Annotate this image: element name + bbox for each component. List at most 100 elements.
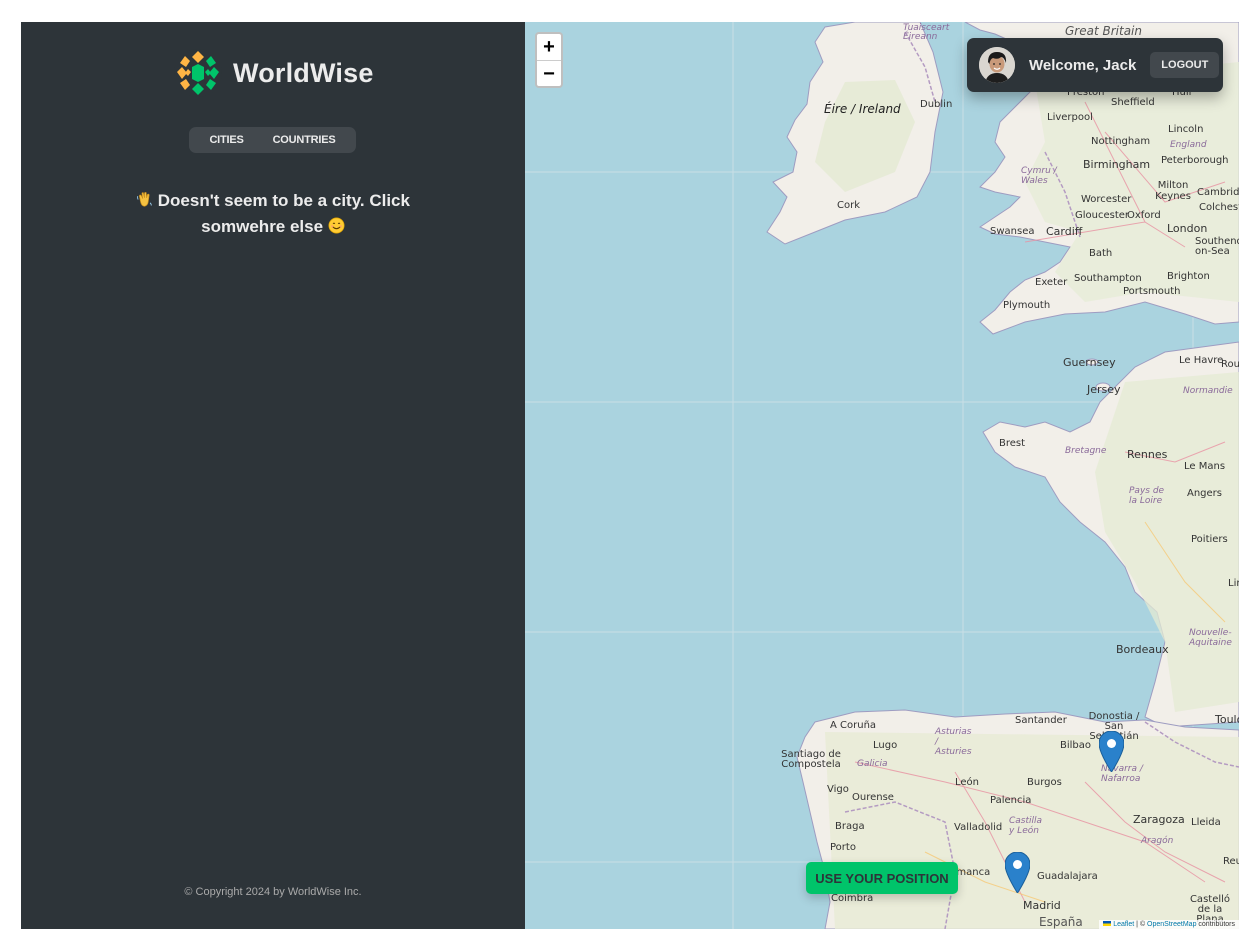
map-label: Lugo [873,740,898,751]
map-label: Cork [837,200,861,211]
attribution-separator: | © [1134,921,1148,928]
location-pin-icon[interactable] [1005,852,1030,893]
map-label: Palencia [990,795,1032,806]
map-label: Toulouse [1215,713,1239,726]
map-label: Galicia [857,759,888,769]
map-label: Lincoln [1168,124,1204,135]
map-label: Birmingham [1083,158,1151,171]
map-label: Zaragoza [1133,813,1185,826]
attribution-suffix: contributors [1196,921,1235,928]
logo-text: WorldWise [233,57,374,88]
zoom-control: + − [535,32,563,88]
map-label: Reus [1223,856,1239,867]
map-label: Milton Keynes [1155,180,1191,202]
map-label: Nottingham [1091,136,1151,147]
use-position-button[interactable]: USE YOUR POSITION [806,862,958,894]
map-label: Vigo [827,784,849,795]
map-label: England [1170,140,1207,150]
map-label: Pays de la Loire [1129,486,1165,506]
map-label: A Coruña [830,720,877,731]
map-label: Ourense [852,792,894,803]
map-label: Santiago de Compostela [781,749,841,770]
leaflet-link[interactable]: Leaflet [1113,921,1134,928]
map-label: Jersey [1087,383,1121,396]
info-message: Doesn't seem to be a city. Click somwehr… [123,188,423,240]
map-label: Southampton [1074,273,1142,284]
map-label: Valladolid [954,822,1003,833]
welcome-text: Welcome, Jack [1029,56,1137,74]
map-label: Gloucester [1075,210,1130,221]
map-label: Bretagne [1065,446,1107,456]
map-label: España [1039,915,1083,929]
smiling-face-icon [328,217,345,234]
map-label: Swansea [990,226,1035,237]
map-label: Cymru / Wales [1021,166,1057,186]
map-label: London [1167,222,1208,235]
map-label: Braga [835,821,865,832]
map-label: Worcester [1081,194,1132,205]
copyright-footer: © Copyright 2024 by WorldWise Inc. [184,886,362,898]
map-label: Le Mans [1184,461,1226,472]
nav-link-countries[interactable]: COUNTRIES [265,130,344,150]
map-label: Dublin [920,99,953,110]
map-label: Rouen [1221,359,1239,370]
map-label: Liverpool [1047,112,1093,123]
logo[interactable]: WorldWise [173,48,374,98]
app-layout: WorldWise CITIES COUNTRIES Doesn't seem … [21,22,1239,929]
leaflet-flag-icon [1103,921,1112,926]
map-label: Éire / Ireland [824,102,901,116]
nav-link-cities[interactable]: CITIES [201,130,251,150]
map-label: Plymouth [1003,300,1051,311]
map-label: Santander [1015,715,1067,726]
info-message-text: Doesn't seem to be a city. Click somwehr… [157,191,410,236]
zoom-in-button[interactable]: + [537,34,561,60]
map-label: Colchester [1199,202,1239,213]
map-label: Exeter [1035,277,1068,288]
logout-button[interactable]: LOGOUT [1150,52,1220,78]
user-avatar-icon [979,47,1015,83]
avatar [979,47,1015,83]
map-label: Coimbra [831,893,874,904]
map-label: Nouvelle-Aquitaine [1189,628,1232,648]
map-label: Rennes [1127,448,1168,461]
map-label: Brest [999,438,1026,449]
map-label: León [955,777,980,788]
globe-logo-icon [174,49,222,97]
map-label: Oxford [1127,210,1161,221]
map-label: Burgos [1027,777,1062,788]
map-label: Porto [830,842,856,853]
osm-link[interactable]: OpenStreetMap [1147,921,1196,928]
map-label: Aragón [1141,836,1174,846]
map-label: Sheffield [1111,97,1155,108]
map-label: Poitiers [1191,534,1228,545]
sidebar: WorldWise CITIES COUNTRIES Doesn't seem … [21,22,525,929]
map-label: Southend-on-Sea [1195,236,1239,257]
map-label: Peterborough [1161,155,1229,166]
map-label: Limoges [1228,578,1239,589]
location-pin-icon[interactable] [1099,731,1124,772]
map-label: Castilla y León [1009,816,1043,836]
map-label: Angers [1187,488,1222,499]
app-nav: CITIES COUNTRIES [189,127,356,153]
map-label: Normandie [1183,386,1233,396]
map-label: Madrid [1023,899,1061,912]
map-label: Bath [1089,248,1113,259]
zoom-out-button[interactable]: − [537,60,561,86]
map-label: Bordeaux [1116,643,1169,656]
user-panel: Welcome, Jack LOGOUT [967,38,1223,92]
map-label: Bilbao [1060,740,1092,751]
map-label: Lleida [1191,817,1221,828]
map-container[interactable]: Great Britain Tuaisceart Éireann Éire / … [525,22,1239,929]
map-label: Le Havre [1179,355,1224,366]
map-label: Brighton [1167,271,1210,282]
map-label: Cambridge [1197,187,1239,198]
map-label: Asturias / Asturies [935,727,972,757]
map-label: Cardiff [1046,225,1083,238]
map-label: Guadalajara [1037,871,1098,882]
map-attribution: Leaflet | © OpenStreetMap contributors [1099,920,1239,929]
map-label: Portsmouth [1123,286,1181,297]
map-label: Great Britain [1065,24,1142,38]
map-label: Tuaisceart Éireann [903,23,950,42]
waving-hand-icon [137,192,152,207]
map-label: Guernsey [1063,356,1116,369]
